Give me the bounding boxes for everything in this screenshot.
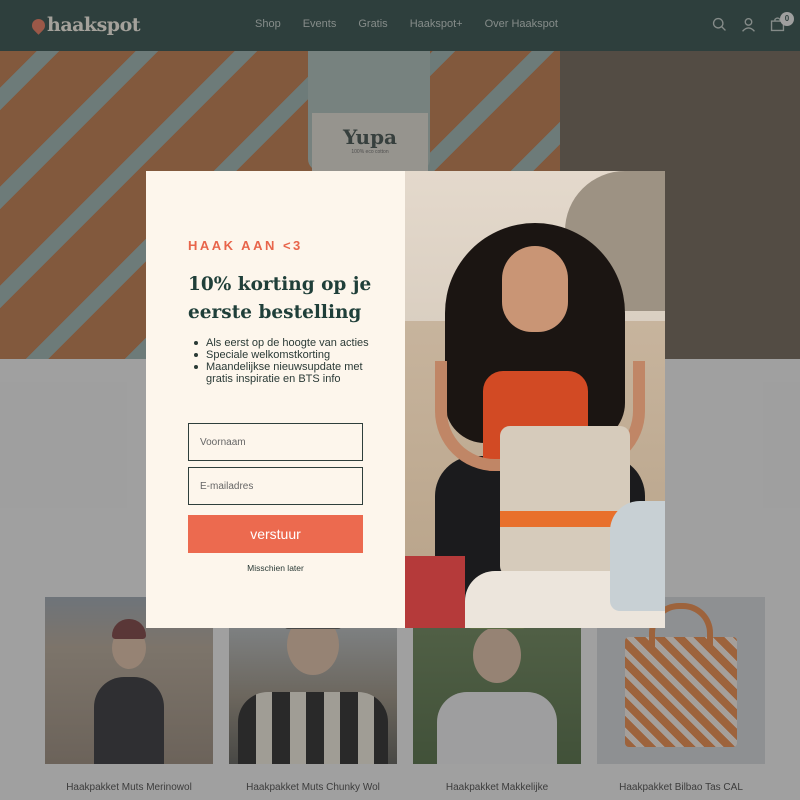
newsletter-modal: HAAK AAN <3 10% korting op je eerste bes… bbox=[146, 171, 665, 628]
person-face bbox=[502, 246, 568, 332]
maybe-later-link[interactable]: Misschien later bbox=[188, 563, 363, 573]
modal-eyebrow: HAAK AAN <3 bbox=[188, 238, 303, 253]
list-item: Maandelijkse nieuwsupdate met gratis ins… bbox=[194, 361, 386, 385]
modal-form-panel: HAAK AAN <3 10% korting op je eerste bes… bbox=[146, 171, 405, 628]
list-item: Als eerst op de hoogte van acties bbox=[194, 337, 386, 349]
submit-button[interactable]: verstuur bbox=[188, 515, 363, 553]
first-name-field[interactable] bbox=[188, 423, 363, 461]
benefits-list: Als eerst op de hoogte van acties Specia… bbox=[194, 337, 386, 385]
list-item: Speciale welkomstkorting bbox=[194, 349, 386, 361]
email-field[interactable] bbox=[188, 467, 363, 505]
modal-photo bbox=[405, 171, 665, 628]
modal-title: 10% korting op je eerste bestelling bbox=[188, 274, 372, 323]
